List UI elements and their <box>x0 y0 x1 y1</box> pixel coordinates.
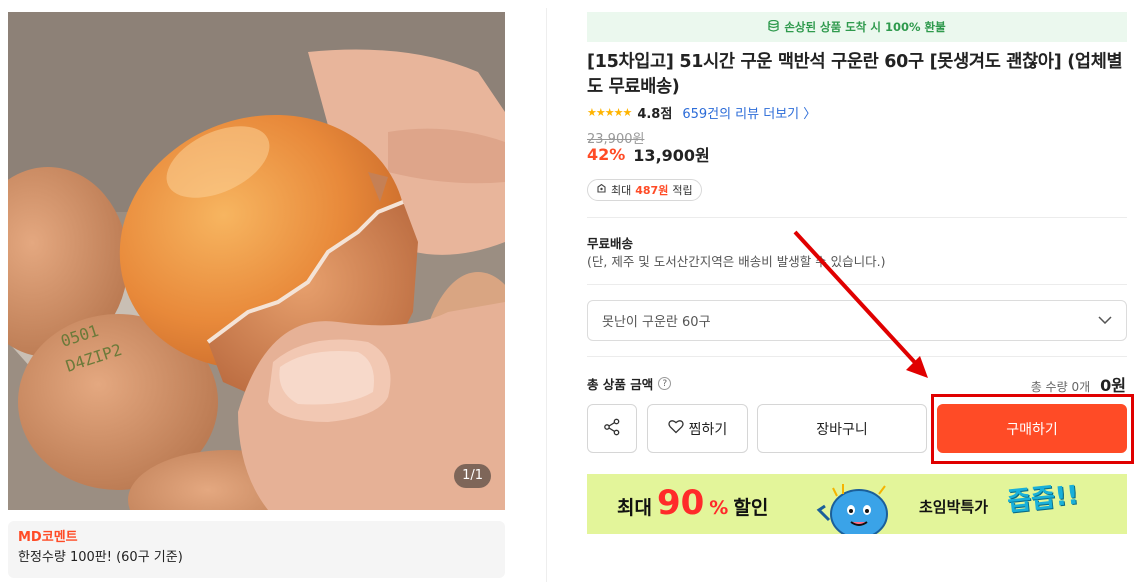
refund-notice-text: 손상된 상품 도착 시 100% 환불 <box>784 20 946 34</box>
banner-discount-text: 최대 90% 할인 <box>617 483 769 523</box>
sale-price: 13,900원 <box>633 146 710 165</box>
coin-stack-icon <box>768 19 779 35</box>
rating-score: 4.8점 <box>637 106 673 122</box>
promo-banner[interactable]: 최대 90% 할인 초임박특가 즙즙!! <box>587 474 1127 534</box>
points-suffix: 적립 <box>672 184 693 197</box>
product-image[interactable]: 0501 D4ZIP2 1/1 <box>8 12 505 510</box>
divider <box>587 217 1127 218</box>
total-summary: 총 수량 0개 0원 <box>1031 372 1126 396</box>
share-icon <box>603 418 621 440</box>
shipping-note: (단, 제주 및 도서산간지역은 배송비 발생할 수 있습니다.) <box>587 254 886 269</box>
banner-percent-sign: % <box>709 497 729 519</box>
egg-photo: 0501 D4ZIP2 <box>8 12 505 510</box>
divider <box>587 356 1127 357</box>
points-prefix: 최대 <box>611 184 632 197</box>
option-selected-value: 못난이 구운란 60구 <box>602 315 711 330</box>
banner-right-text: 초임박특가 <box>919 498 989 516</box>
image-page-counter: 1/1 <box>454 464 491 488</box>
price-row: 42% 13,900원 <box>587 143 710 166</box>
heart-icon <box>668 419 684 438</box>
shipping-title: 무료배송 <box>587 236 634 251</box>
rating-row: ★★★★★ 4.8점 659건의 리뷰 더보기 〉 <box>587 102 816 122</box>
product-title: [15차입고] 51시간 구운 맥반석 구운란 60구 [못생겨도 괜찮아] (… <box>587 52 1123 97</box>
mascot-icon <box>815 480 905 534</box>
banner-suffix: 할인 <box>733 497 769 519</box>
points-badge: 최대 487원 적립 <box>587 179 702 201</box>
total-label: 총 상품 금액 ? <box>587 374 672 393</box>
md-comment-title: MD코멘트 <box>18 530 78 545</box>
review-more-link[interactable]: 659건의 리뷰 더보기 〉 <box>682 103 816 122</box>
add-to-cart-button[interactable]: 장바구니 <box>757 404 927 453</box>
wishlist-label: 찜하기 <box>688 421 728 438</box>
banner-prefix: 최대 <box>617 497 652 519</box>
discount-rate: 42% <box>587 144 626 164</box>
chevron-down-icon <box>1098 313 1112 328</box>
banner-emphasis-text: 즙즙!! <box>1005 480 1081 518</box>
option-select[interactable]: 못난이 구운란 60구 <box>587 300 1127 341</box>
refund-notice: 손상된 상품 도착 시 100% 환불 <box>587 12 1127 42</box>
share-button[interactable] <box>587 404 637 453</box>
md-comment-text: 한정수량 100판! (60구 기준) <box>18 550 183 565</box>
star-rating-icon: ★★★★★ <box>587 105 632 119</box>
total-quantity: 총 수량 0개 <box>1030 380 1091 394</box>
points-amount: 487원 <box>635 184 669 197</box>
coin-icon <box>596 183 607 197</box>
annotation-highlight-box <box>931 394 1134 464</box>
total-label-text: 총 상품 금액 <box>587 377 654 392</box>
md-comment-box: MD코멘트 한정수량 100판! (60구 기준) <box>8 521 505 578</box>
column-divider <box>546 8 547 582</box>
divider <box>587 284 1127 285</box>
cart-label: 장바구니 <box>816 421 868 438</box>
banner-percent-number: 90 <box>656 483 705 523</box>
help-icon[interactable]: ? <box>658 377 672 390</box>
wishlist-button[interactable]: 찜하기 <box>647 404 748 453</box>
total-amount: 0원 <box>1100 376 1126 395</box>
